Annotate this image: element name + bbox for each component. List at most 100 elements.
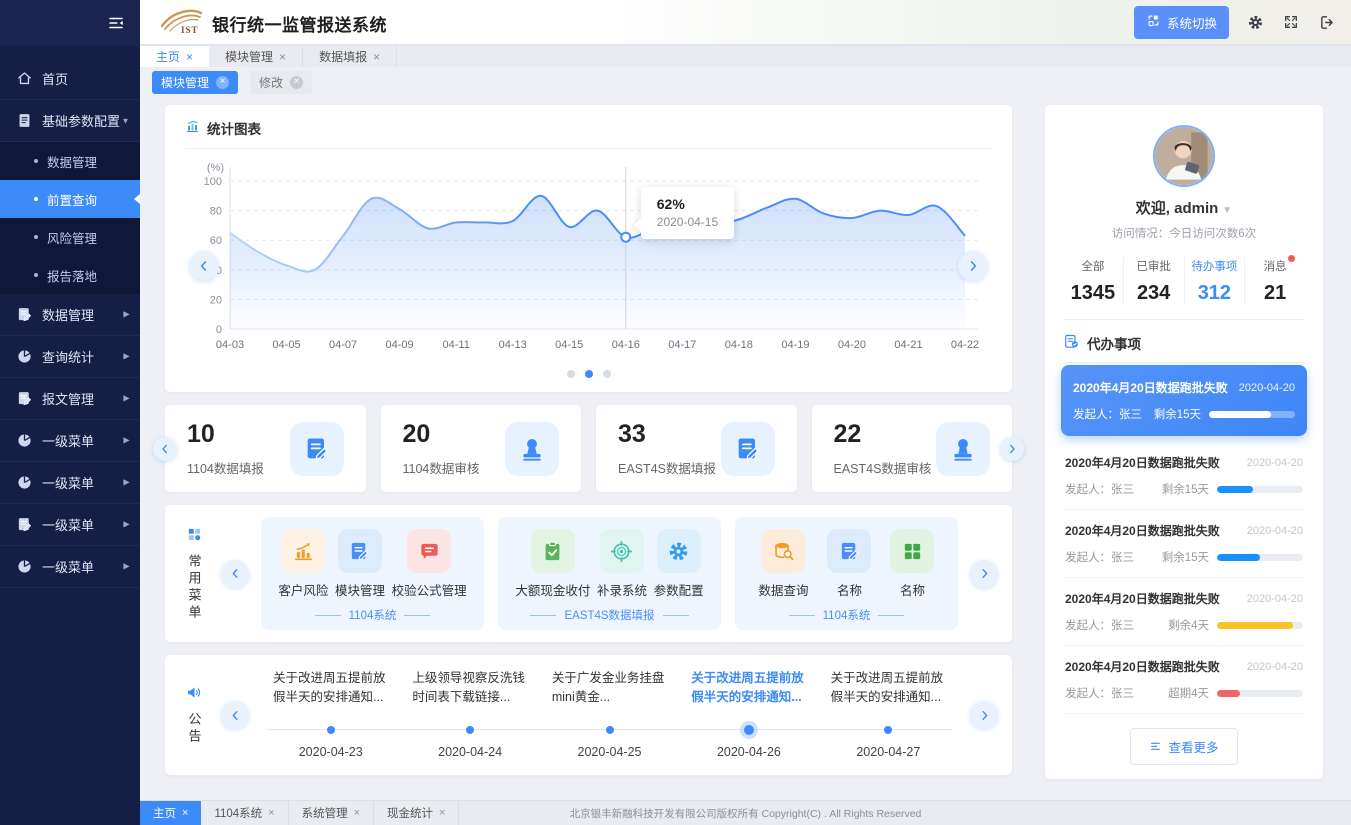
announcement-item[interactable]: 关于广发金业务挂盘mini黄金...2020-04-25 bbox=[540, 667, 679, 763]
user-dropdown-caret[interactable]: ▼ bbox=[1222, 205, 1232, 216]
close-icon[interactable]: × bbox=[186, 50, 193, 64]
tab-模块管理[interactable]: 模块管理 × bbox=[209, 46, 303, 67]
chevron-right-icon: ▶ bbox=[123, 352, 129, 362]
announce-next-button[interactable] bbox=[970, 701, 998, 729]
close-icon[interactable]: × bbox=[268, 807, 274, 819]
pagination-dot[interactable] bbox=[567, 370, 575, 378]
stat-card-EAST4S数据填报[interactable]: 33EAST4S数据填报 bbox=[596, 405, 797, 492]
todo-item[interactable]: 2020年4月20日数据跑批失败2020-04-20发起人：张三剩余4天 bbox=[1063, 578, 1305, 646]
welcome-text: 欢迎, admin▼ bbox=[1063, 197, 1305, 218]
todo-sender: 发起人：张三 bbox=[1065, 617, 1160, 633]
announcement-item[interactable]: 上级领导视察反洗钱时间表下载链接...2020-04-24 bbox=[400, 667, 539, 763]
close-icon[interactable]: × bbox=[354, 807, 360, 819]
logout-icon[interactable] bbox=[1317, 12, 1337, 32]
bullet-dot-icon bbox=[34, 159, 38, 163]
view-more-button[interactable]: 查看更多 bbox=[1130, 728, 1237, 765]
stat-card-EAST4S数据审核[interactable]: 22EAST4S数据审核 bbox=[812, 405, 1013, 492]
gear-icon[interactable] bbox=[1245, 12, 1265, 32]
profile-stat-待办事项[interactable]: 待办事项312 bbox=[1184, 257, 1245, 305]
sidebar-subitem-数据管理[interactable]: 数据管理 bbox=[0, 142, 140, 180]
sidebar-item-一级菜单[interactable]: 一级菜单▶ bbox=[0, 546, 140, 588]
tab-label: 数据填报 bbox=[319, 48, 367, 65]
close-icon[interactable]: × bbox=[373, 50, 380, 64]
doc-edit-icon bbox=[16, 306, 33, 323]
close-icon[interactable]: × bbox=[279, 50, 286, 64]
announcement-item[interactable]: 关于改进周五提前放假半天的安排通知...2020-04-23 bbox=[261, 667, 400, 763]
menu-item-校验公式管理[interactable]: 校验公式管理 bbox=[392, 529, 467, 599]
system-switch-button[interactable]: 系统切换 bbox=[1134, 6, 1229, 39]
bottom-tab-1104系统[interactable]: 1104系统× bbox=[201, 801, 288, 825]
announcement-item[interactable]: 关于改进周五提前放假半天的安排通知...2020-04-27 bbox=[819, 667, 958, 763]
close-icon[interactable]: × bbox=[216, 76, 229, 89]
stat-card-1104数据审核[interactable]: 201104数据审核 bbox=[381, 405, 582, 492]
todo-list: 2020年4月20日数据跑批失败2020-04-20发起人：张三剩余15天202… bbox=[1063, 365, 1305, 714]
announcement-text: 关于改进周五提前放假半天的安排通知... bbox=[691, 669, 806, 711]
todo-date: 2020-04-20 bbox=[1247, 661, 1303, 673]
common-menu-card: 常用菜单 客户风险模块管理校验公式管理1104系统大额现金收付补录系统参数配置E… bbox=[165, 505, 1012, 642]
sidebar-subitem-前置查询[interactable]: 前置查询 bbox=[0, 180, 140, 218]
fullscreen-icon[interactable] bbox=[1281, 12, 1301, 32]
pagination-dot[interactable] bbox=[585, 370, 593, 378]
close-icon[interactable]: × bbox=[290, 76, 303, 89]
bottom-tab-系统管理[interactable]: 系统管理× bbox=[289, 801, 374, 825]
menu-item-label: 名称 bbox=[837, 580, 862, 599]
menu-item-数据查询[interactable]: 数据查询 bbox=[758, 529, 808, 599]
announcement-item[interactable]: 关于改进周五提前放假半天的安排通知...2020-04-26 bbox=[679, 667, 818, 763]
menu-item-名称[interactable]: 名称 bbox=[827, 529, 871, 599]
sidebar-item-一级菜单[interactable]: 一级菜单▶ bbox=[0, 420, 140, 462]
todo-item-row1: 2020年4月20日数据跑批失败2020-04-20 bbox=[1073, 379, 1295, 396]
profile-stat-已审批[interactable]: 已审批234 bbox=[1123, 257, 1184, 305]
menu-item-补录系统[interactable]: 补录系统 bbox=[597, 529, 647, 599]
bottom-tab-现金统计[interactable]: 现金统计× bbox=[374, 801, 459, 825]
close-icon[interactable]: × bbox=[182, 807, 188, 819]
collapse-menu-icon[interactable] bbox=[106, 13, 126, 33]
todo-item[interactable]: 2020年4月20日数据跑批失败2020-04-20发起人：张三剩余15天 bbox=[1061, 365, 1307, 436]
sidebar-subitem-风险管理[interactable]: 风险管理 bbox=[0, 218, 140, 256]
sidebar-subitem-报告落地[interactable]: 报告落地 bbox=[0, 256, 140, 294]
todo-item[interactable]: 2020年4月20日数据跑批失败2020-04-20发起人：张三剩余15天 bbox=[1063, 442, 1305, 510]
sidebar-item-数据管理[interactable]: 数据管理▶ bbox=[0, 294, 140, 336]
announce-prev-button[interactable] bbox=[221, 701, 249, 729]
sidebar-item-首页[interactable]: 首页 bbox=[0, 58, 140, 100]
pagination-dot[interactable] bbox=[603, 370, 611, 378]
menu-group-1104系统: 数据查询名称名称1104系统 bbox=[735, 517, 958, 630]
chart-next-button[interactable] bbox=[958, 251, 988, 281]
profile-stat-全部[interactable]: 全部1345 bbox=[1063, 257, 1123, 305]
stats-prev-button[interactable] bbox=[153, 437, 177, 461]
todo-item[interactable]: 2020年4月20日数据跑批失败2020-04-20发起人：张三超期4天 bbox=[1063, 646, 1305, 714]
menu-item-客户风险[interactable]: 客户风险 bbox=[278, 529, 328, 599]
close-icon[interactable]: × bbox=[439, 807, 445, 819]
todo-item[interactable]: 2020年4月20日数据跑批失败2020-04-20发起人：张三剩余15天 bbox=[1063, 510, 1305, 578]
profile-stat-label: 全部 bbox=[1081, 258, 1104, 274]
chip-模块管理[interactable]: 模块管理× bbox=[152, 71, 238, 94]
sidebar-item-查询统计[interactable]: 查询统计▶ bbox=[0, 336, 140, 378]
stat-card-1104数据填报[interactable]: 101104数据填报 bbox=[165, 405, 366, 492]
menu-prev-button[interactable] bbox=[221, 560, 249, 588]
stats-next-button[interactable] bbox=[1000, 437, 1024, 461]
sidebar-item-label: 一级菜单 bbox=[42, 515, 123, 534]
sidebar-item-一级菜单[interactable]: 一级菜单▶ bbox=[0, 462, 140, 504]
menu-item-参数配置[interactable]: 参数配置 bbox=[654, 529, 704, 599]
menu-item-大额现金收付[interactable]: 大额现金收付 bbox=[515, 529, 590, 599]
profile-stats: 全部1345已审批234待办事项312消息21 bbox=[1063, 257, 1305, 320]
announcement-text: 关于改进周五提前放假半天的安排通知... bbox=[831, 669, 946, 711]
tab-label: 模块管理 bbox=[225, 48, 273, 65]
sidebar-item-一级菜单[interactable]: 一级菜单▶ bbox=[0, 504, 140, 546]
stat-card-text: 22EAST4S数据审核 bbox=[834, 420, 932, 477]
menu-item-名称[interactable]: 名称 bbox=[890, 529, 934, 599]
sidebar-item-基础参数配置[interactable]: 基础参数配置▼ bbox=[0, 100, 140, 142]
announcements-timeline: 关于改进周五提前放假半天的安排通知...2020-04-23上级领导视察反洗钱时… bbox=[261, 667, 958, 763]
svg-text:04-20: 04-20 bbox=[838, 339, 866, 351]
stat-label: EAST4S数据审核 bbox=[834, 458, 932, 477]
chip-修改[interactable]: 修改× bbox=[250, 71, 312, 94]
tab-数据填报[interactable]: 数据填报 × bbox=[303, 46, 397, 67]
bottom-tab-主页[interactable]: 主页× bbox=[140, 801, 201, 825]
todo-remaining: 剩余4天 bbox=[1168, 617, 1209, 633]
stat-value: 33 bbox=[618, 420, 716, 449]
profile-stat-消息[interactable]: 消息21 bbox=[1244, 257, 1305, 305]
tab-主页[interactable]: 主页× bbox=[140, 46, 209, 67]
menu-item-模块管理[interactable]: 模块管理 bbox=[335, 529, 385, 599]
chart-prev-button[interactable] bbox=[189, 251, 219, 281]
sidebar-item-报文管理[interactable]: 报文管理▶ bbox=[0, 378, 140, 420]
menu-next-button[interactable] bbox=[970, 560, 998, 588]
